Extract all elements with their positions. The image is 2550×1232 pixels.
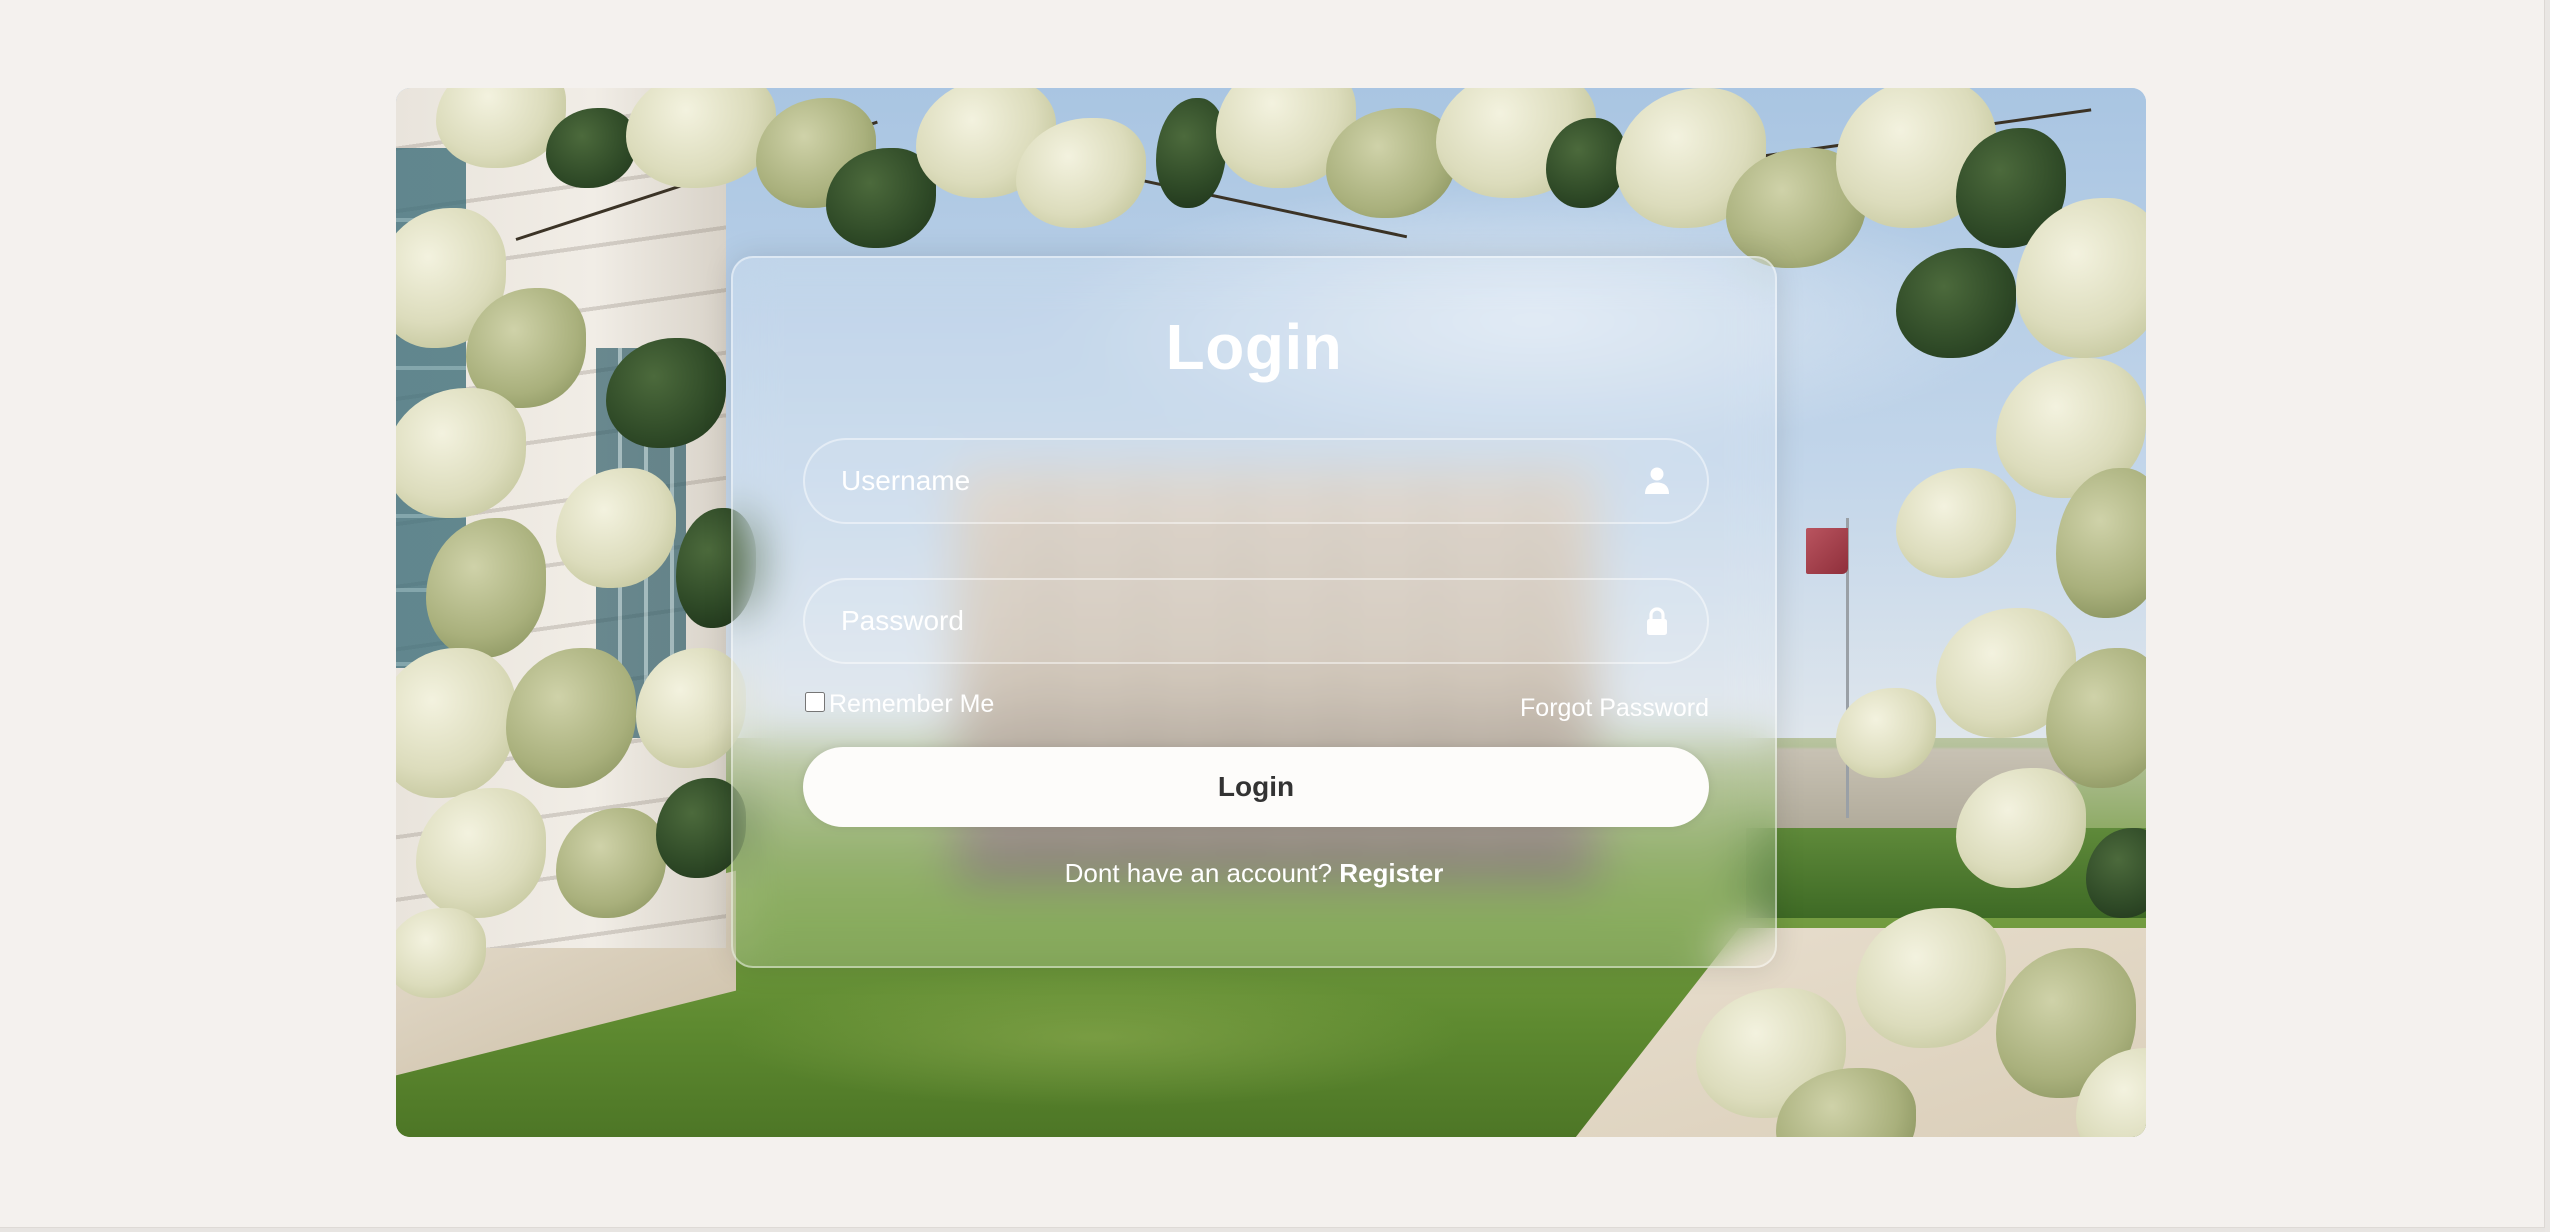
remember-me-checkbox[interactable] (805, 691, 825, 712)
register-prompt: Dont have an account? Register (733, 858, 1775, 889)
register-prompt-text: Dont have an account? (1064, 858, 1340, 888)
password-input[interactable] (805, 580, 1707, 662)
page: Login Remember Me (0, 0, 2550, 1232)
login-button[interactable]: Login (803, 747, 1709, 827)
vertical-scrollbar[interactable] (2544, 0, 2550, 1232)
remember-me[interactable]: Remember Me (803, 690, 994, 719)
flag (1806, 528, 1848, 574)
username-input[interactable] (805, 440, 1707, 522)
window-bottom-edge (0, 1227, 2545, 1232)
login-card: Login Remember Me (731, 256, 1777, 968)
password-field-wrapper (803, 578, 1709, 664)
register-link[interactable]: Register (1339, 858, 1443, 888)
forgot-password-link[interactable]: Forgot Password (1520, 694, 1709, 723)
login-options-row: Remember Me Forgot Password (803, 690, 1709, 730)
lock-icon (1641, 605, 1673, 637)
user-icon (1641, 465, 1673, 497)
username-field-wrapper (803, 438, 1709, 524)
remember-me-label: Remember Me (829, 690, 995, 718)
login-title: Login (1165, 311, 1343, 383)
